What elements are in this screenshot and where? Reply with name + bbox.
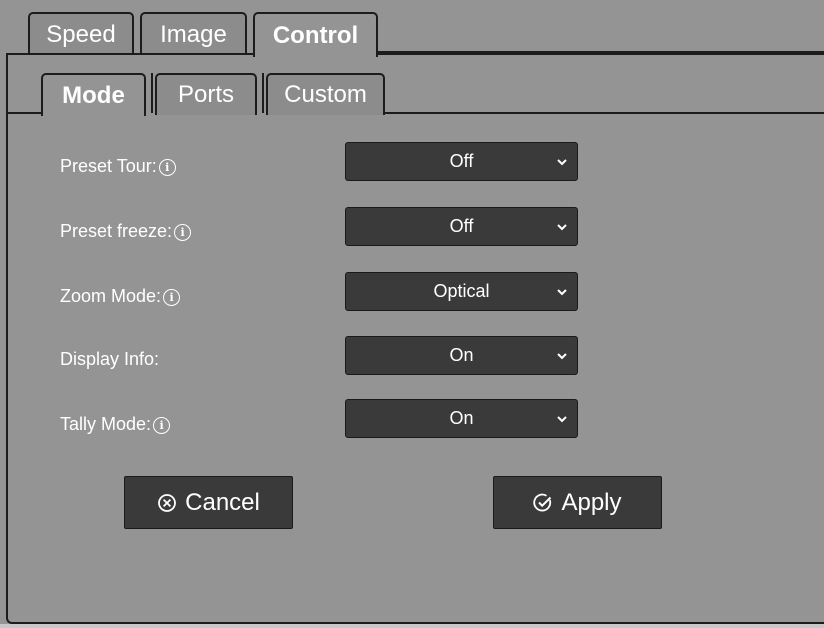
chevron-down-icon <box>557 159 567 166</box>
tab-ports[interactable]: Ports <box>155 73 257 115</box>
camera-settings-screen: Speed Image Control Mode Ports Custom Pr… <box>0 0 824 628</box>
tab-ports-label: Ports <box>177 81 234 108</box>
tab-control-label: Control <box>272 21 359 49</box>
zoom-mode-label-text: Zoom Mode: <box>60 286 162 306</box>
info-icon[interactable]: i <box>153 417 171 434</box>
tab-custom-label: Custom <box>284 81 367 108</box>
tab-mode-label: Mode <box>62 81 125 109</box>
tally-mode-select[interactable]: On <box>345 399 578 438</box>
info-icon[interactable]: i <box>158 159 176 176</box>
preset-tour-select[interactable]: Off <box>345 142 578 181</box>
circle-check-icon <box>533 493 552 511</box>
tally-mode-label-text: Tally Mode: <box>60 414 152 434</box>
zoom-mode-label: Zoom Mode: i <box>60 285 181 307</box>
zoom-mode-value: Optical <box>433 281 490 301</box>
info-icon[interactable]: i <box>174 224 192 241</box>
tally-mode-label: Tally Mode: i <box>60 413 171 435</box>
display-info-select[interactable]: On <box>345 336 578 375</box>
cancel-button-label: Cancel <box>185 488 260 516</box>
sub-tab-bar-underline-left <box>8 112 41 114</box>
main-tab-bar: Speed Image Control <box>0 0 824 57</box>
preset-freeze-select[interactable]: Off <box>345 207 578 246</box>
preset-tour-value: Off <box>449 151 474 171</box>
preset-freeze-label-text: Preset freeze: <box>60 221 173 241</box>
tab-image[interactable]: Image <box>140 12 247 55</box>
tab-speed[interactable]: Speed <box>28 12 134 55</box>
preset-freeze-value: Off <box>449 216 474 236</box>
tab-separator <box>151 73 153 113</box>
chevron-down-icon <box>557 289 567 296</box>
tally-mode-value: On <box>449 408 474 428</box>
tab-separator <box>262 73 264 113</box>
tab-image-label: Image <box>160 20 227 48</box>
preset-tour-label: Preset Tour: i <box>60 155 176 177</box>
display-info-label: Display Info: <box>60 348 159 370</box>
chevron-down-icon <box>557 353 567 360</box>
info-icon[interactable]: i <box>163 289 181 306</box>
apply-button-label: Apply <box>561 488 622 516</box>
tab-custom[interactable]: Custom <box>266 73 385 115</box>
chevron-down-icon <box>557 224 567 231</box>
zoom-mode-select[interactable]: Optical <box>345 272 578 311</box>
display-info-value: On <box>449 345 474 365</box>
cancel-button[interactable]: Cancel <box>124 476 293 529</box>
display-info-label-text: Display Info: <box>60 349 160 369</box>
sub-tab-bar-underline <box>385 112 824 114</box>
tab-mode[interactable]: Mode <box>41 73 146 116</box>
tab-speed-label: Speed <box>46 20 116 48</box>
chevron-down-icon <box>557 416 567 423</box>
preset-tour-label-text: Preset Tour: <box>60 156 157 176</box>
preset-freeze-label: Preset freeze: i <box>60 220 192 242</box>
apply-button[interactable]: Apply <box>493 476 662 529</box>
circle-x-icon <box>158 493 177 512</box>
bottom-strip <box>0 624 824 628</box>
tab-control[interactable]: Control <box>253 12 378 57</box>
